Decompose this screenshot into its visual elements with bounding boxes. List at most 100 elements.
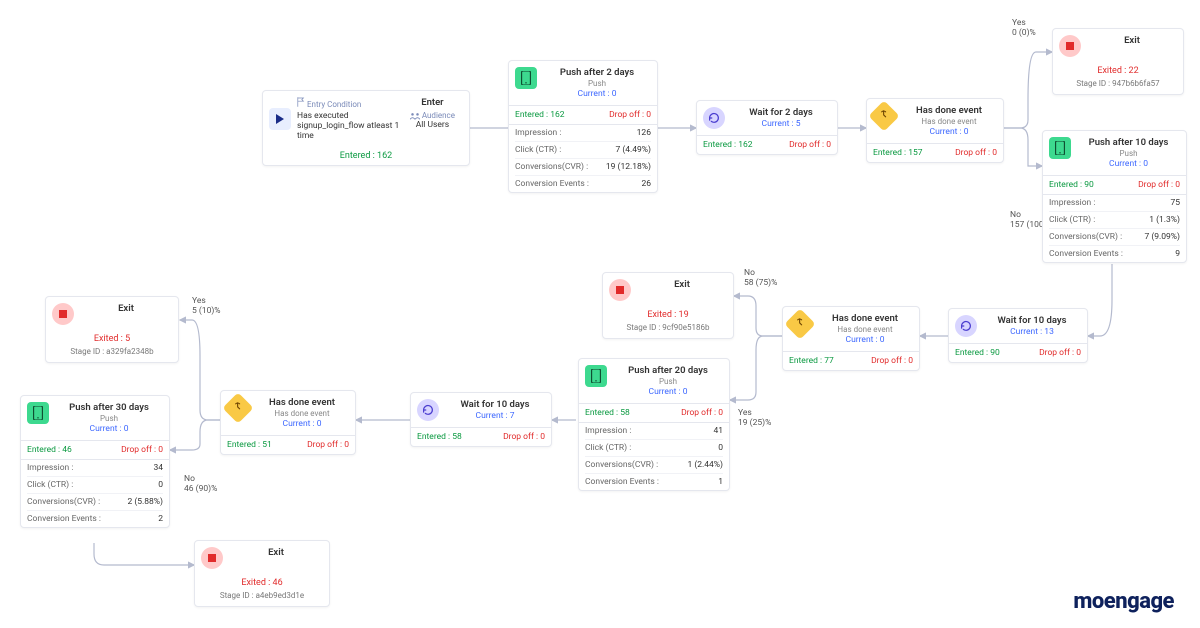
event-1-node[interactable]: Has done event Has done event Current : … [866,98,1004,163]
exit-left-title: Exit [80,303,172,314]
enter-entered: Entered : 162 [263,147,469,165]
wait2-current: Current : 5 [731,119,831,129]
touch-event-icon [868,100,899,131]
exit-top-stage: Stage ID : 947b6b6fa57 [1053,76,1183,94]
push2-sub: Push [543,79,651,88]
exit-left-node[interactable]: Exit Exited : 5 Stage ID : a329fa2348b [45,296,179,363]
audience-icon [410,111,420,120]
push30-rows: Impression :34Click (CTR) :0Conversions(… [21,459,169,527]
push2-dropoff: Drop off : 0 [609,110,651,120]
stop-icon [609,279,631,301]
wait-10a-node[interactable]: Wait for 10 days Current : 13 Entered : … [948,308,1088,363]
push30-current: Current : 0 [55,424,163,434]
branch-no-left: No 46 (90)% [184,474,217,494]
event2-title: Has done event [817,313,913,324]
event1-sub: Has done event [901,117,997,126]
flag-icon [297,100,305,109]
entry-label: Entry Condition [307,100,361,109]
exit-left-exited: Exited : 5 [46,331,178,344]
event1-entered: Entered : 157 [873,148,923,158]
wait10b-title: Wait for 10 days [445,399,545,410]
push20-sub: Push [613,377,723,386]
wait10a-title: Wait for 10 days [983,315,1081,326]
event3-current: Current : 0 [255,419,349,429]
touch-event-icon [222,392,253,423]
entry-condition: Has executed signup_login_flow atleast 1… [297,111,402,141]
clock-refresh-icon [703,107,725,129]
exit-bottom-exited: Exited : 46 [195,575,329,588]
push20-entered: Entered : 58 [585,408,630,418]
exit-bottom-title: Exit [229,547,323,558]
push20-current: Current : 0 [613,387,723,397]
event2-dropoff: Drop off : 0 [871,356,913,366]
event1-dropoff: Drop off : 0 [955,148,997,158]
push10-sub: Push [1077,149,1180,158]
mobile-icon [585,365,607,387]
wait10b-entered: Entered : 58 [417,432,462,442]
exit-mid-stage: Stage ID : 9cf90e5186b [603,320,733,338]
touch-event-icon [784,308,815,339]
exit-mid-exited: Exited : 19 [603,307,733,320]
event2-sub: Has done event [817,325,913,334]
clock-refresh-icon [955,315,977,337]
branch-yes-mid: Yes 19 (25)% [738,408,771,428]
exit-top-node[interactable]: Exit Exited : 22 Stage ID : 947b6b6fa57 [1052,28,1184,95]
push10-current: Current : 0 [1077,159,1180,169]
event3-dropoff: Drop off : 0 [307,440,349,450]
event-3-node[interactable]: Has done event Has done event Current : … [220,390,356,455]
stop-icon [52,303,74,325]
flow-canvas[interactable]: Entry Condition Has executed signup_logi… [0,0,1200,628]
exit-top-title: Exit [1087,35,1177,46]
push2-entered: Entered : 162 [515,110,565,120]
push-2-days-node[interactable]: Push after 2 days Push Current : 0 Enter… [508,60,658,193]
push30-dropoff: Drop off : 0 [121,445,163,455]
exit-mid-title: Exit [637,279,727,290]
push30-entered: Entered : 46 [27,445,72,455]
exit-bottom-stage: Stage ID : a4eb9ed3d1e [195,588,329,606]
stop-icon [1059,35,1081,57]
audience-value: All Users [402,120,463,130]
push10-rows: Impression :75Click (CTR) :1 (1.3%)Conve… [1043,194,1186,262]
event-2-node[interactable]: Has done event Has done event Current : … [782,306,920,371]
mobile-icon [515,67,537,89]
stop-icon [201,547,223,569]
wait10a-current: Current : 13 [983,327,1081,337]
enter-title: Enter [402,97,463,108]
wait10a-entered: Entered : 90 [955,348,1000,358]
wait2-entered: Entered : 162 [703,140,753,150]
branch-yes-top: Yes 0 (0)% [1012,18,1036,38]
event3-sub: Has done event [255,409,349,418]
event3-title: Has done event [255,397,349,408]
audience-label: Audience [422,111,455,120]
exit-bottom-node[interactable]: Exit Exited : 46 Stage ID : a4eb9ed3d1e [194,540,330,607]
event1-title: Has done event [901,105,997,116]
push10-dropoff: Drop off : 0 [1138,180,1180,190]
mobile-icon [27,402,49,424]
push10-entered: Entered : 90 [1049,180,1094,190]
push2-rows: Impression :126Click (CTR) :7 (4.49%)Con… [509,124,657,192]
push20-rows: Impression :41Click (CTR) :0Conversions(… [579,422,729,490]
enter-node[interactable]: Entry Condition Has executed signup_logi… [262,90,470,166]
push-30-days-node[interactable]: Push after 30 days Push Current : 0 Ente… [20,395,170,528]
wait10a-dropoff: Drop off : 0 [1039,348,1081,358]
exit-mid-node[interactable]: Exit Exited : 19 Stage ID : 9cf90e5186b [602,272,734,339]
wait10b-dropoff: Drop off : 0 [503,432,545,442]
push-20-days-node[interactable]: Push after 20 days Push Current : 0 Ente… [578,358,730,491]
push2-title: Push after 2 days [543,67,651,78]
push-10-days-node[interactable]: Push after 10 days Push Current : 0 Ente… [1042,130,1187,263]
branch-yes-left: Yes 5 (10)% [192,296,221,316]
push10-title: Push after 10 days [1077,137,1180,148]
wait2-title: Wait for 2 days [731,107,831,118]
push2-current: Current : 0 [543,89,651,99]
exit-left-stage: Stage ID : a329fa2348b [46,344,178,362]
event3-entered: Entered : 51 [227,440,272,450]
branch-no-mid: No 58 (75)% [744,268,777,288]
wait-10b-node[interactable]: Wait for 10 days Current : 7 Entered : 5… [410,392,552,447]
push20-dropoff: Drop off : 0 [681,408,723,418]
event2-current: Current : 0 [817,335,913,345]
wait-2-days-node[interactable]: Wait for 2 days Current : 5 Entered : 16… [696,100,838,155]
event1-current: Current : 0 [901,127,997,137]
exit-top-exited: Exited : 22 [1053,63,1183,76]
play-icon [269,108,291,130]
wait10b-current: Current : 7 [445,411,545,421]
